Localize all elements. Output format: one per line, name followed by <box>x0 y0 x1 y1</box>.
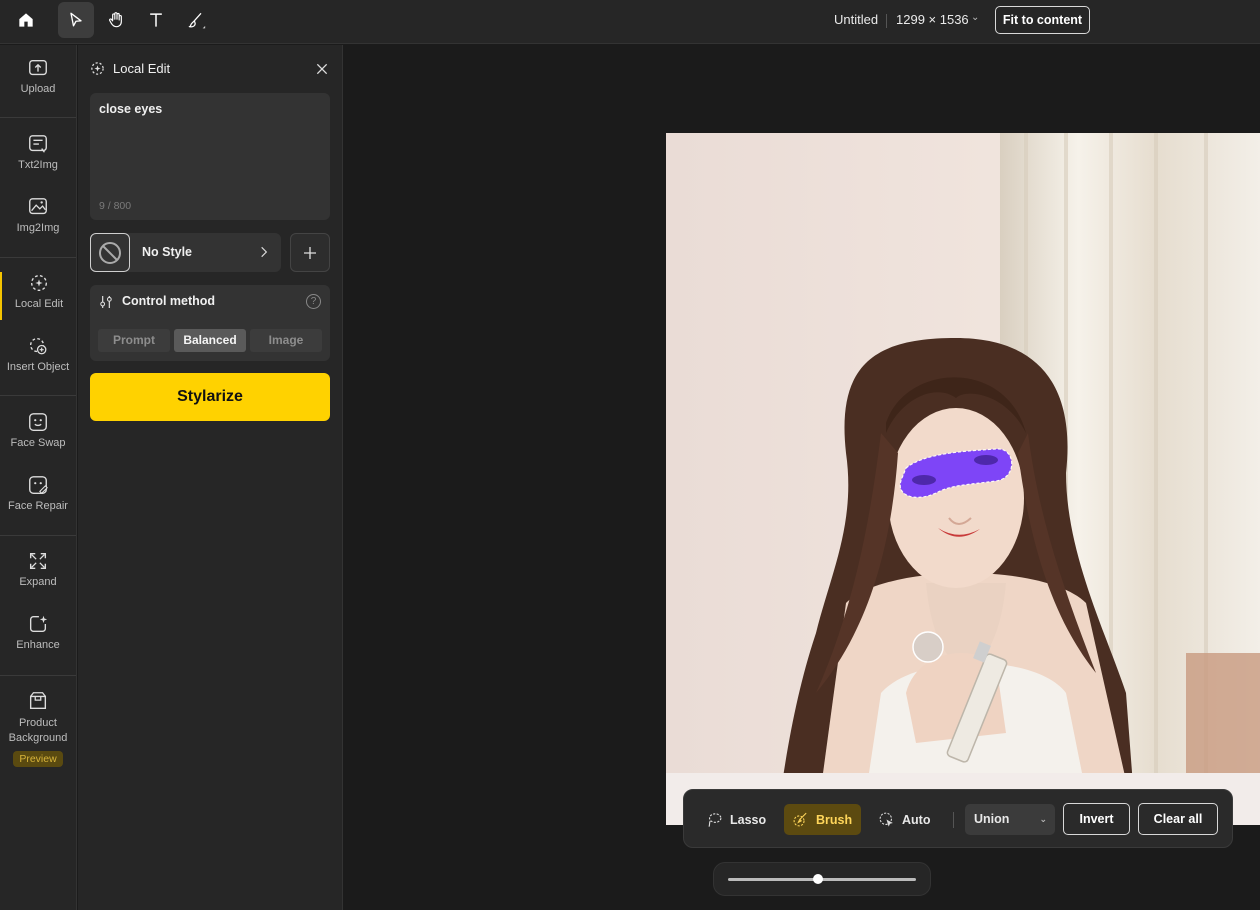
control-option-prompt[interactable]: Prompt <box>98 329 170 352</box>
hand-tool-button[interactable] <box>98 2 134 38</box>
nav-divider <box>0 117 76 118</box>
nav-label: Face Repair <box>8 500 68 512</box>
portrait-photo <box>666 133 1260 825</box>
face-repair-icon <box>29 476 48 495</box>
add-style-button[interactable] <box>290 233 330 272</box>
brush-label: Brush <box>816 812 853 827</box>
slider-thumb[interactable] <box>813 874 824 884</box>
close-icon[interactable] <box>314 61 330 77</box>
nav-product-background[interactable]: Product Background Preview <box>0 690 76 767</box>
txt2img-icon <box>29 135 47 153</box>
nav-label: Face Swap <box>10 437 66 449</box>
nav-img2img[interactable]: Img2Img <box>0 196 76 234</box>
stylarize-button[interactable]: Stylarize <box>90 373 330 421</box>
document-title[interactable]: Untitled <box>834 12 878 27</box>
brush-icon <box>793 812 807 827</box>
lasso-tool-button[interactable]: Lasso <box>698 804 774 835</box>
style-thumbnail <box>90 233 130 272</box>
plus-icon <box>304 246 316 259</box>
prompt-char-count: 9 / 800 <box>99 200 132 212</box>
auto-select-icon <box>879 812 893 827</box>
product-background-icon <box>29 692 47 710</box>
nav-label: Enhance <box>16 639 60 651</box>
sliders-icon <box>100 296 112 308</box>
canvas-image[interactable] <box>666 133 1260 825</box>
nav-enhance[interactable]: Enhance <box>0 613 76 651</box>
control-method-title: Control method <box>122 294 216 308</box>
preview-badge: Preview <box>13 751 63 767</box>
nav-txt2img[interactable]: Txt2Img <box>0 133 76 171</box>
brush-cursor <box>912 631 944 663</box>
nav-label: Local Edit <box>14 298 64 310</box>
nav-expand[interactable]: Expand <box>0 550 76 588</box>
insert-object-icon <box>29 337 47 355</box>
home-icon <box>19 13 33 27</box>
brush-size-slider[interactable] <box>713 862 931 896</box>
style-selector[interactable]: No Style <box>90 233 281 272</box>
fit-to-content-button[interactable]: Fit to content <box>995 6 1090 34</box>
nav-label: Upload <box>20 83 56 95</box>
selection-mode-value: Union <box>974 812 1010 826</box>
nav-face-swap[interactable]: Face Swap <box>0 411 76 449</box>
enhance-icon <box>29 615 48 633</box>
auto-label: Auto <box>902 812 931 827</box>
style-label: No Style <box>142 245 193 259</box>
panel-title: Local Edit <box>113 61 171 76</box>
prompt-textarea[interactable]: close eyes 9 / 800 <box>90 93 330 220</box>
nav-label: Insert Object <box>6 361 70 373</box>
canvas-size[interactable]: 1299 × 1536 <box>896 12 969 27</box>
control-option-image[interactable]: Image <box>250 329 322 352</box>
chevron-down-icon[interactable]: ⌄ <box>971 12 979 23</box>
help-icon[interactable]: ? <box>306 294 321 309</box>
invert-button[interactable]: Invert <box>1063 803 1130 835</box>
brush-icon <box>188 12 206 29</box>
nav-divider <box>0 675 76 676</box>
nav-divider <box>0 535 76 536</box>
nav-label: Product Background <box>8 717 68 744</box>
nav-insert-object[interactable]: Insert Object <box>0 335 76 373</box>
text-tool-button[interactable] <box>138 2 174 38</box>
nav-label: Img2Img <box>16 222 60 234</box>
left-navigation: Upload Txt2Img Img2Img Local Edit Insert… <box>0 45 77 910</box>
hand-icon <box>109 12 122 28</box>
nav-upload[interactable]: Upload <box>0 57 76 95</box>
face-swap-icon <box>29 413 47 431</box>
upload-icon <box>29 59 47 76</box>
toolbar-divider <box>953 812 954 828</box>
nav-divider <box>0 257 76 258</box>
local-edit-icon <box>30 274 48 292</box>
top-toolbar: Untitled 1299 × 1536 ⌄ Fit to content <box>0 0 1260 44</box>
lasso-icon <box>708 813 722 827</box>
control-option-balanced[interactable]: Balanced <box>174 329 246 352</box>
nav-divider <box>0 395 76 396</box>
panel-header: Local Edit <box>90 61 170 76</box>
img2img-icon <box>29 198 47 215</box>
chevron-right-icon <box>261 246 268 258</box>
prompt-text[interactable]: close eyes <box>99 102 162 116</box>
expand-icon <box>29 552 47 570</box>
title-divider <box>886 14 887 28</box>
selection-mode-select[interactable]: Union ⌄ <box>965 804 1055 835</box>
local-edit-panel: Local Edit close eyes 9 / 800 No Style C… <box>78 45 343 910</box>
select-arrow-icon <box>70 12 82 27</box>
clear-all-button[interactable]: Clear all <box>1138 803 1218 835</box>
no-style-icon <box>99 241 121 264</box>
control-method-section: Control method ? Prompt Balanced Image <box>90 285 330 361</box>
chevron-down-icon: ⌄ <box>1039 814 1047 824</box>
selection-toolbar: Lasso Brush Auto Union ⌄ Invert Clear al… <box>683 789 1233 848</box>
lasso-label: Lasso <box>730 812 767 827</box>
home-button[interactable] <box>8 2 44 38</box>
nav-label: Txt2Img <box>18 159 58 171</box>
select-tool-button[interactable] <box>58 2 94 38</box>
local-edit-icon <box>91 62 104 75</box>
nav-local-edit[interactable]: Local Edit <box>0 272 76 320</box>
nav-label: Expand <box>19 576 57 588</box>
brush-selection-button[interactable]: Brush <box>784 804 861 835</box>
auto-select-button[interactable]: Auto <box>870 804 938 835</box>
text-icon <box>150 13 162 27</box>
nav-face-repair[interactable]: Face Repair <box>0 474 76 512</box>
brush-tool-button[interactable] <box>178 2 214 38</box>
